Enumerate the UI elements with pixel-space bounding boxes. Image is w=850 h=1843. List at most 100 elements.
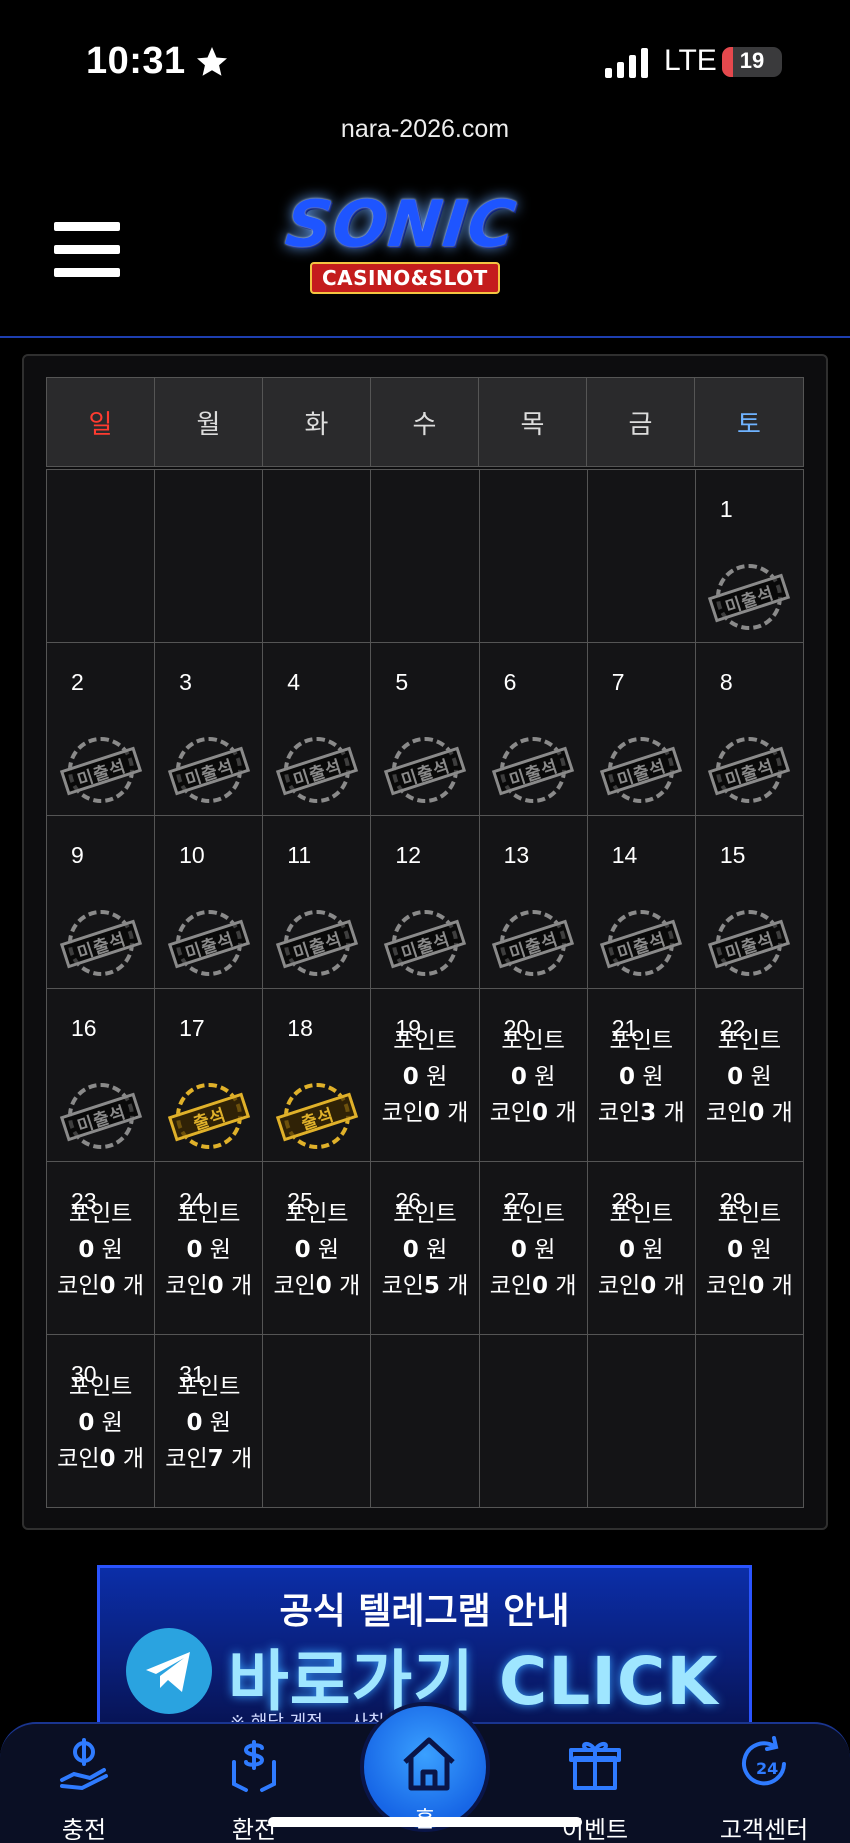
nav-deposit[interactable]: 충전: [24, 1724, 144, 1843]
reward-won-unit: 원: [426, 1237, 448, 1263]
reward-coin-value: 0: [748, 1100, 765, 1126]
calendar-day-cell[interactable]: 13 미출석: [479, 816, 588, 989]
reward-point-label: 포인트: [285, 1201, 349, 1227]
calendar-empty-cell: [587, 470, 696, 643]
calendar-day-cell[interactable]: 3 미출석: [155, 643, 264, 816]
calendar-day-cell[interactable]: 22 포인트 0 원 코인0 개: [695, 989, 804, 1162]
reward-coin-value: 0: [532, 1100, 549, 1126]
network-label: LTE: [664, 44, 717, 77]
weekday-tue: 화: [263, 378, 371, 466]
calendar-day-cell[interactable]: 18 출석: [263, 989, 372, 1162]
calendar-day-cell[interactable]: 21 포인트 0 원 코인3 개: [587, 989, 696, 1162]
absent-stamp-icon: 미출석: [167, 904, 250, 982]
reward-info: 포인트 0 원 코인0 개: [47, 1369, 154, 1477]
status-bar: 10:31 LTE 19 nara-2026.com: [0, 0, 850, 143]
calendar-day-cell[interactable]: 27 포인트 0 원 코인0 개: [479, 1162, 588, 1335]
reward-info: 포인트 0 원 코인0 개: [480, 1196, 587, 1304]
calendar-day-cell[interactable]: 15 미출석: [695, 816, 804, 989]
calendar-day-cell[interactable]: 4 미출석: [263, 643, 372, 816]
reward-won-unit: 원: [750, 1237, 772, 1263]
reward-coin-label: 코인: [57, 1446, 100, 1472]
present-stamp-icon: 출석: [275, 1077, 358, 1155]
site-logo[interactable]: SONIC CASINO&SLOT: [262, 180, 592, 300]
reward-coin-unit: 개: [122, 1446, 144, 1472]
reward-point-value: 0: [510, 1064, 527, 1090]
reward-info: 포인트 0 원 코인5 개: [371, 1196, 478, 1304]
weekday-thu: 목: [479, 378, 587, 466]
reward-point-row: 0 원: [371, 1232, 478, 1268]
calendar-day-cell[interactable]: 30 포인트 0 원 코인0 개: [47, 1335, 156, 1508]
reward-info: 포인트 0 원 코인3 개: [588, 1023, 695, 1131]
reward-info: 포인트 0 원 코인0 개: [155, 1196, 262, 1304]
reward-coin-row: 코인0 개: [263, 1268, 370, 1304]
reward-point-row: 0 원: [588, 1059, 695, 1095]
day-number: 16: [71, 1015, 97, 1041]
day-number: 11: [287, 842, 312, 868]
reward-point-label: 포인트: [609, 1201, 674, 1227]
calendar-day-cell[interactable]: 2 미출석: [47, 643, 156, 816]
calendar-day-cell[interactable]: 7 미출석: [587, 643, 696, 816]
calendar-day-cell[interactable]: 25 포인트 0 원 코인0 개: [263, 1162, 372, 1335]
reward-point-label: 포인트: [68, 1201, 133, 1227]
calendar-grid: 1 미출석 2 미출석 3 미출석 4 미출석 5 미출석 6 미출석 7 미출석 8 미출석 9 미출석 10 미출…: [46, 469, 804, 1508]
calendar-day-cell[interactable]: 29 포인트 0 원 코인0 개: [695, 1162, 804, 1335]
reward-coin-unit: 개: [663, 1273, 685, 1299]
absent-stamp-icon: 미출석: [492, 731, 575, 809]
reward-coin-unit: 개: [230, 1446, 253, 1472]
battery-icon: 19: [722, 47, 782, 77]
calendar-day-cell[interactable]: 20 포인트 0 원 코인0 개: [479, 989, 588, 1162]
present-stamp-icon: 출석: [167, 1077, 250, 1155]
reward-coin-unit: 개: [663, 1100, 685, 1126]
browser-url[interactable]: nara-2026.com: [0, 115, 850, 144]
reward-coin-label: 코인: [165, 1446, 208, 1472]
calendar-day-cell[interactable]: 11 미출석: [263, 816, 372, 989]
calendar-day-cell[interactable]: 12 미출석: [371, 816, 480, 989]
reward-info: 포인트 0 원 코인0 개: [588, 1196, 695, 1304]
reward-point-value: 0: [402, 1064, 419, 1090]
calendar-day-cell[interactable]: 10 미출석: [155, 816, 264, 989]
reward-point-label: 포인트: [501, 1201, 565, 1227]
calendar-day-cell[interactable]: 9 미출석: [47, 816, 156, 989]
absent-stamp-icon: 미출석: [383, 904, 467, 982]
reward-point-value: 0: [186, 1410, 203, 1436]
calendar-day-cell[interactable]: 24 포인트 0 원 코인0 개: [155, 1162, 264, 1335]
calendar-day-cell[interactable]: 6 미출석: [479, 643, 588, 816]
calendar-day-cell[interactable]: 31 포인트 0 원 코인7 개: [155, 1335, 264, 1508]
reward-coin-unit: 개: [122, 1273, 144, 1299]
reward-point-value: 0: [78, 1410, 95, 1436]
day-number: 2: [71, 669, 84, 695]
reward-point-row: 0 원: [371, 1059, 478, 1095]
calendar-day-cell[interactable]: 5 미출석: [371, 643, 480, 816]
reward-coin-unit: 개: [771, 1100, 793, 1126]
clock: 10:31: [86, 40, 230, 83]
reward-coin-value: 0: [640, 1273, 657, 1299]
reward-info: 포인트 0 원 코인0 개: [47, 1196, 154, 1304]
calendar-day-cell[interactable]: 1 미출석: [695, 470, 804, 643]
absent-stamp-icon: 미출석: [275, 731, 358, 809]
nav-support-label: 고객센터: [719, 1816, 809, 1843]
calendar-day-cell[interactable]: 26 포인트 0 원 코인5 개: [371, 1162, 480, 1335]
calendar-day-cell[interactable]: 28 포인트 0 원 코인0 개: [587, 1162, 696, 1335]
calendar-day-cell[interactable]: 23 포인트 0 원 코인0 개: [47, 1162, 156, 1335]
telegram-banner[interactable]: 공식 텔레그램 안내 바로가기 CLICK ※ 해당 게정 ... 사칭입니다: [97, 1565, 752, 1725]
calendar-day-cell[interactable]: 17 출석: [155, 989, 264, 1162]
reward-won-unit: 원: [642, 1064, 664, 1090]
reward-point-row: 0 원: [47, 1232, 154, 1268]
calendar-day-cell[interactable]: 8 미출석: [695, 643, 804, 816]
home-indicator: [268, 1817, 582, 1827]
nav-home[interactable]: 홈: [360, 1702, 490, 1833]
calendar-day-cell[interactable]: 14 미출석: [587, 816, 696, 989]
logo-main-text: SONIC: [282, 188, 520, 262]
absent-stamp-icon: 미출석: [600, 904, 683, 982]
menu-icon[interactable]: [54, 222, 120, 278]
weekday-sun: 일: [47, 378, 155, 466]
reward-coin-row: 코인0 개: [480, 1095, 587, 1131]
reward-coin-value: 0: [99, 1273, 116, 1299]
calendar-day-cell[interactable]: 19 포인트 0 원 코인0 개: [371, 989, 480, 1162]
nav-support[interactable]: 24 고객센터: [704, 1724, 824, 1843]
reward-coin-row: 코인5 개: [371, 1268, 478, 1304]
calendar-empty-cell: [695, 1335, 804, 1508]
calendar-day-cell[interactable]: 16 미출석: [47, 989, 156, 1162]
reward-info: 포인트 0 원 코인0 개: [263, 1196, 370, 1304]
reward-coin-label: 코인: [273, 1273, 316, 1299]
